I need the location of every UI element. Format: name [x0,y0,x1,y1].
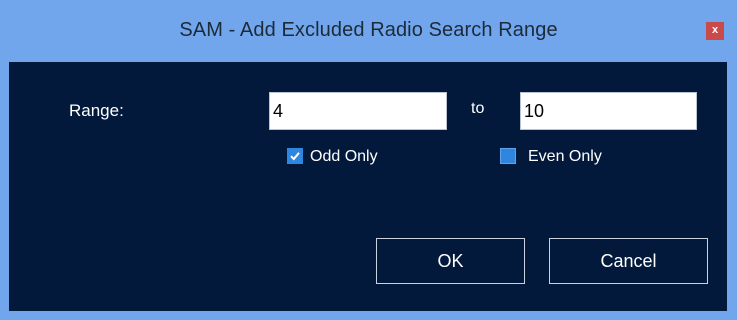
ok-button[interactable]: OK [376,238,525,284]
close-button[interactable]: x [706,22,724,40]
cancel-button[interactable]: Cancel [549,238,708,284]
range-from-input[interactable] [269,92,447,130]
range-label: Range: [69,101,124,120]
even-only-checkbox[interactable] [500,148,516,164]
to-label: to [471,100,485,117]
range-to-input[interactable] [520,92,697,130]
odd-only-label[interactable]: Odd Only [310,148,378,166]
checkmark-icon [290,152,300,161]
dialog-body: Range: to Odd Only Even Only OK Cancel [9,62,727,311]
even-only-label[interactable]: Even Only [528,148,602,166]
window-title: SAM - Add Excluded Radio Search Range [179,19,558,41]
odd-only-checkbox[interactable] [287,148,303,164]
close-icon: x [711,24,719,36]
dialog-window: SAM - Add Excluded Radio Search Range x … [0,0,737,320]
title-bar[interactable]: SAM - Add Excluded Radio Search Range x [0,0,737,62]
